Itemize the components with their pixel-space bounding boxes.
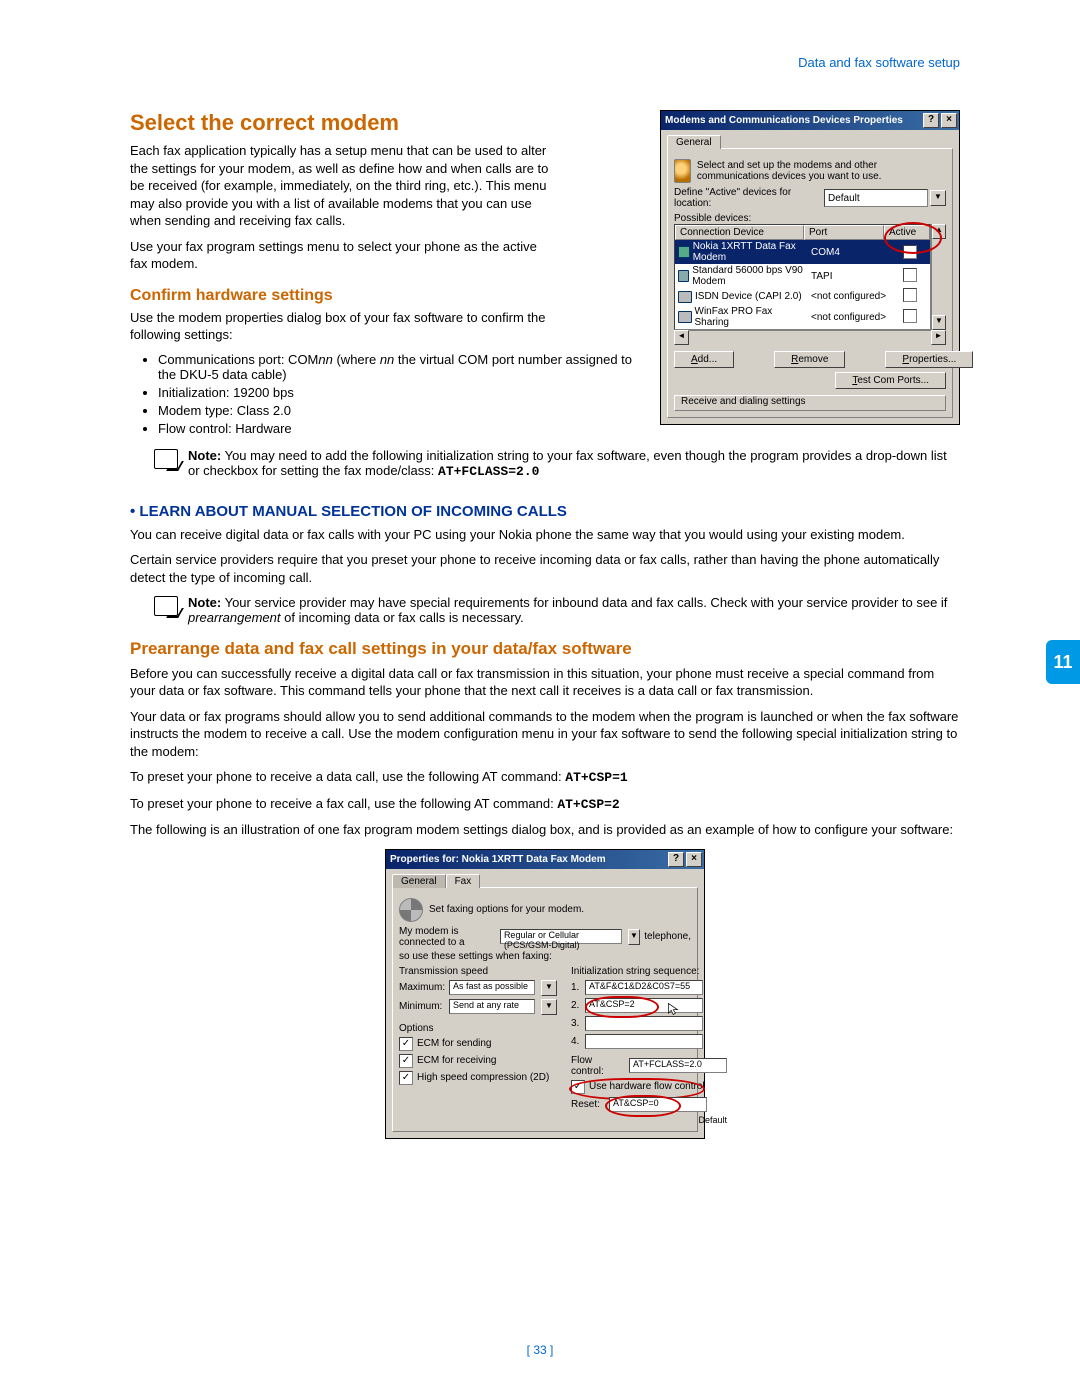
init-sequence-label: Initialization string sequence:: [571, 966, 727, 977]
transmission-speed-label: Transmission speed: [399, 966, 557, 977]
close-button[interactable]: ×: [941, 113, 957, 128]
gear-icon: [674, 159, 691, 183]
define-label: Define "Active" devices for location:: [674, 187, 824, 209]
receive-dialing-group: Receive and dialing settings: [674, 395, 946, 411]
dialog2-title: Properties for: Nokia 1XRTT Data Fax Mod…: [390, 854, 606, 865]
active-checkbox[interactable]: [903, 309, 917, 323]
flow-control-label: Flow control:: [571, 1055, 625, 1077]
paragraph: You can receive digital data or fax call…: [130, 526, 960, 544]
remove-button[interactable]: Remove: [774, 351, 845, 368]
page-number: [ 33 ]: [0, 1343, 1080, 1357]
paragraph: The following is an illustration of one …: [130, 821, 960, 839]
dropdown-button[interactable]: ▼: [628, 929, 641, 945]
ecm-send-checkbox[interactable]: ✓: [399, 1037, 413, 1051]
init-string-3[interactable]: [585, 1016, 703, 1031]
active-checkbox[interactable]: [903, 268, 917, 282]
isdn-icon: [678, 291, 692, 303]
compression-checkbox[interactable]: ✓: [399, 1071, 413, 1085]
device-row[interactable]: Standard 56000 bps V90 Modem TAPI: [675, 264, 930, 288]
max-label: Maximum:: [399, 982, 445, 993]
paragraph: To preset your phone to receive a data c…: [130, 768, 960, 787]
active-checkbox[interactable]: [903, 288, 917, 302]
cursor-icon: [667, 1002, 681, 1016]
help-button[interactable]: ?: [668, 852, 684, 867]
note-text: Note: You may need to add the following …: [188, 448, 960, 479]
close-button[interactable]: ×: [686, 852, 702, 867]
paragraph: Use the modem properties dialog box of y…: [130, 309, 550, 344]
properties-button[interactable]: Properties...: [885, 351, 973, 368]
line2-label: so use these settings when faxing:: [399, 951, 691, 962]
max-speed-select[interactable]: As fast as possible: [449, 980, 535, 995]
min-speed-select[interactable]: Send at any rate: [449, 999, 535, 1014]
modem-properties-dialog: Modems and Communications Devices Proper…: [660, 110, 960, 425]
modem-icon: [678, 270, 689, 282]
reset-label: Reset:: [571, 1099, 605, 1110]
dropdown-button[interactable]: ▼: [541, 980, 557, 996]
location-dropdown[interactable]: Default: [824, 189, 928, 207]
min-label: Minimum:: [399, 1001, 445, 1012]
options-label: Options: [399, 1023, 557, 1034]
annotation-circle: [585, 996, 659, 1018]
paragraph: Certain service providers require that y…: [130, 551, 960, 586]
tab-fax[interactable]: Fax: [446, 874, 481, 888]
header-breadcrumb: Data and fax software setup: [130, 55, 960, 70]
note-icon: [154, 596, 178, 616]
test-com-ports-button[interactable]: Test Com Ports...: [835, 372, 946, 389]
line-type-dropdown[interactable]: Regular or Cellular (PCS/GSM-Digital): [500, 929, 622, 944]
intro-paragraph: Each fax application typically has a set…: [130, 142, 550, 230]
paragraph: Use your fax program settings menu to se…: [130, 238, 550, 273]
fax-properties-dialog: Properties for: Nokia 1XRTT Data Fax Mod…: [385, 849, 705, 1139]
annotation-circle: [605, 1095, 681, 1117]
subheading-prearrange: Prearrange data and fax call settings in…: [130, 639, 960, 659]
add-button[interactable]: Add...: [674, 351, 734, 368]
device-row[interactable]: ISDN Device (CAPI 2.0) <not configured>: [675, 288, 930, 305]
device-row[interactable]: WinFax PRO Fax Sharing <not configured>: [675, 305, 930, 329]
modem-icon: [678, 246, 690, 258]
col-connection-device[interactable]: Connection Device: [675, 225, 804, 240]
ecm-recv-checkbox[interactable]: ✓: [399, 1054, 413, 1068]
general-tab[interactable]: General: [667, 135, 721, 149]
dialog2-intro: Set faxing options for your modem.: [429, 904, 584, 915]
fax-sharing-icon: [678, 311, 692, 323]
col-port[interactable]: Port: [804, 225, 884, 240]
dialog1-title: Modems and Communications Devices Proper…: [665, 115, 903, 126]
note-icon: [154, 449, 178, 469]
note-text: Note: Your service provider may have spe…: [188, 595, 960, 625]
dropdown-button[interactable]: ▼: [930, 190, 946, 206]
paragraph: Before you can successfully receive a di…: [130, 665, 960, 700]
chapter-tab: 11: [1046, 640, 1080, 684]
section-heading: LEARN ABOUT MANUAL SELECTION OF INCOMING…: [130, 503, 960, 520]
init-string-4[interactable]: [585, 1034, 703, 1049]
dropdown-button[interactable]: ▼: [541, 999, 557, 1015]
horizontal-scrollbar[interactable]: ◄►: [674, 330, 946, 345]
fax-icon: [399, 898, 423, 922]
dialog1-intro: Select and set up the modems and other c…: [697, 160, 946, 182]
paragraph: To preset your phone to receive a fax ca…: [130, 795, 960, 814]
help-button[interactable]: ?: [923, 113, 939, 128]
init-string-1[interactable]: AT&F&C1&D2&C0S7=55: [585, 980, 703, 995]
flow-control-input[interactable]: AT+FCLASS=2.0: [629, 1058, 727, 1073]
annotation-circle: [884, 222, 942, 254]
tab-general[interactable]: General: [392, 874, 446, 888]
paragraph: Your data or fax programs should allow y…: [130, 708, 960, 761]
